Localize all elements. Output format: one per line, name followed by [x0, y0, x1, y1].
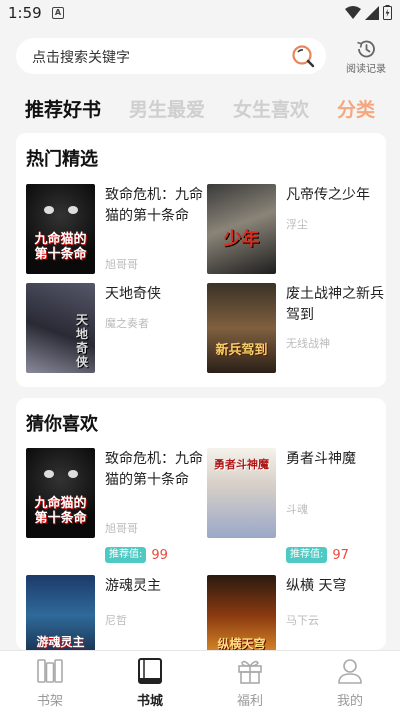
nav-label: 我的	[336, 694, 363, 709]
cat-eyes-art	[44, 470, 78, 480]
book-item[interactable]: 九命猫的第十条命 致命危机：九命猫的第十条命 旭哥哥	[26, 184, 204, 276]
status-time: 1:59	[8, 4, 42, 22]
book-cover[interactable]: 九命猫的第十条命	[26, 184, 95, 274]
hot-picks-card: 热门精选 九命猫的第十条命 致命危机：九命猫的第十条命 旭哥哥 少年 凡帝传之少…	[16, 133, 386, 387]
recommend-value: 99	[151, 547, 168, 563]
recommend-score: 推荐值: 97	[286, 547, 349, 563]
nav-label: 书架	[36, 694, 63, 709]
book-title[interactable]: 凡帝传之少年	[286, 185, 384, 206]
tab-male-favorites[interactable]: 男生最爱	[129, 95, 205, 122]
history-label: 阅读记录	[346, 64, 386, 75]
book-author: 旭哥哥	[105, 258, 138, 271]
book-author: 斗魂	[286, 503, 308, 516]
book-item[interactable]: 勇者斗神魔 勇者斗神魔 斗魂 推荐值: 97	[207, 448, 385, 568]
nav-bookstore[interactable]: 书城	[100, 657, 200, 711]
nav-rewards[interactable]: 福利	[200, 657, 300, 711]
book-item[interactable]: 游魂灵主 游魂灵主 尼哲	[26, 575, 204, 650]
cover-title-art: 勇者斗神魔	[214, 458, 269, 471]
bookstore-icon	[138, 658, 162, 684]
tab-recommended[interactable]: 推荐好书	[25, 95, 101, 122]
bottom-nav: 书架 书城 福利 我的	[0, 650, 400, 712]
bookshelf-icon	[37, 659, 63, 683]
book-author: 马下云	[286, 614, 319, 627]
section-title-guess: 猜你喜欢	[26, 414, 98, 435]
gift-icon	[238, 660, 262, 684]
book-cover[interactable]: 天地奇侠	[26, 283, 95, 373]
book-item[interactable]: 纵横天穹 纵横 天穹 马下云	[207, 575, 385, 650]
book-cover[interactable]: 九命猫的第十条命	[26, 448, 95, 538]
search-icon[interactable]	[290, 43, 316, 69]
book-title[interactable]: 勇者斗神魔	[286, 449, 384, 470]
book-item[interactable]: 九命猫的第十条命 致命危机：九命猫的第十条命 旭哥哥 推荐值: 99	[26, 448, 204, 568]
book-cover[interactable]: 勇者斗神魔	[207, 448, 276, 538]
category-tabs: 推荐好书 男生最爱 女生喜欢 分类	[25, 95, 385, 125]
book-title[interactable]: 致命危机：九命猫的第十条命	[105, 449, 203, 491]
search-box[interactable]: 点击搜索关键字	[16, 38, 326, 74]
cover-title-art: 天地奇侠	[75, 313, 88, 369]
nav-profile[interactable]: 我的	[300, 657, 400, 711]
book-title[interactable]: 游魂灵主	[105, 576, 203, 597]
book-author: 浮尘	[286, 218, 308, 231]
book-item[interactable]: 少年 凡帝传之少年 浮尘	[207, 184, 385, 276]
recommend-badge: 推荐值:	[105, 547, 147, 563]
section-title-hot: 热门精选	[26, 149, 98, 170]
book-author: 旭哥哥	[105, 522, 138, 535]
nav-label: 书城	[136, 694, 163, 709]
cover-title-art: 纵横天穹	[217, 637, 266, 650]
cover-title-art: 游魂灵主	[36, 635, 85, 649]
book-title[interactable]: 天地奇侠	[105, 284, 203, 305]
book-cover[interactable]: 新兵驾到	[207, 283, 276, 373]
notification-icon: A	[52, 7, 64, 19]
book-title[interactable]: 废土战神之新兵驾到	[286, 284, 384, 326]
cover-title-art: 九命猫的第十条命	[34, 232, 87, 262]
search-input[interactable]: 点击搜索关键字	[32, 47, 130, 67]
wifi-icon	[345, 5, 361, 19]
recommend-value: 97	[332, 547, 349, 563]
book-cover[interactable]: 纵横天穹	[207, 575, 276, 650]
book-author: 魔之奏者	[105, 317, 149, 330]
book-title[interactable]: 纵横 天穹	[286, 576, 384, 597]
nav-label: 福利	[236, 694, 263, 709]
guess-you-like-card: 猜你喜欢 九命猫的第十条命 致命危机：九命猫的第十条命 旭哥哥 推荐值: 99 …	[16, 398, 386, 650]
battery-icon	[383, 5, 392, 20]
recommend-score: 推荐值: 99	[105, 547, 168, 563]
book-title[interactable]: 致命危机：九命猫的第十条命	[105, 185, 203, 227]
book-cover[interactable]: 少年	[207, 184, 276, 274]
tab-female-favorites[interactable]: 女生喜欢	[233, 95, 309, 122]
book-item[interactable]: 新兵驾到 废土战神之新兵驾到 无线战神	[207, 283, 385, 375]
status-icons	[345, 5, 392, 20]
nav-bookshelf[interactable]: 书架	[0, 657, 100, 711]
signal-icon	[365, 5, 379, 20]
book-item[interactable]: 天地奇侠 天地奇侠 魔之奏者	[26, 283, 204, 375]
cover-title-art: 新兵驾到	[215, 343, 268, 358]
book-author: 尼哲	[105, 614, 127, 627]
status-bar: 1:59 A	[0, 0, 400, 28]
recommend-badge: 推荐值:	[286, 547, 328, 563]
tab-categories[interactable]: 分类	[337, 95, 375, 122]
reading-history-button[interactable]: 阅读记录	[338, 38, 394, 75]
history-icon	[357, 40, 375, 58]
book-author: 无线战神	[286, 337, 330, 350]
cat-eyes-art	[44, 206, 78, 216]
cover-title-art: 少年	[223, 229, 260, 250]
profile-icon	[338, 659, 362, 684]
book-cover[interactable]: 游魂灵主	[26, 575, 95, 650]
cover-title-art: 九命猫的第十条命	[34, 496, 87, 526]
